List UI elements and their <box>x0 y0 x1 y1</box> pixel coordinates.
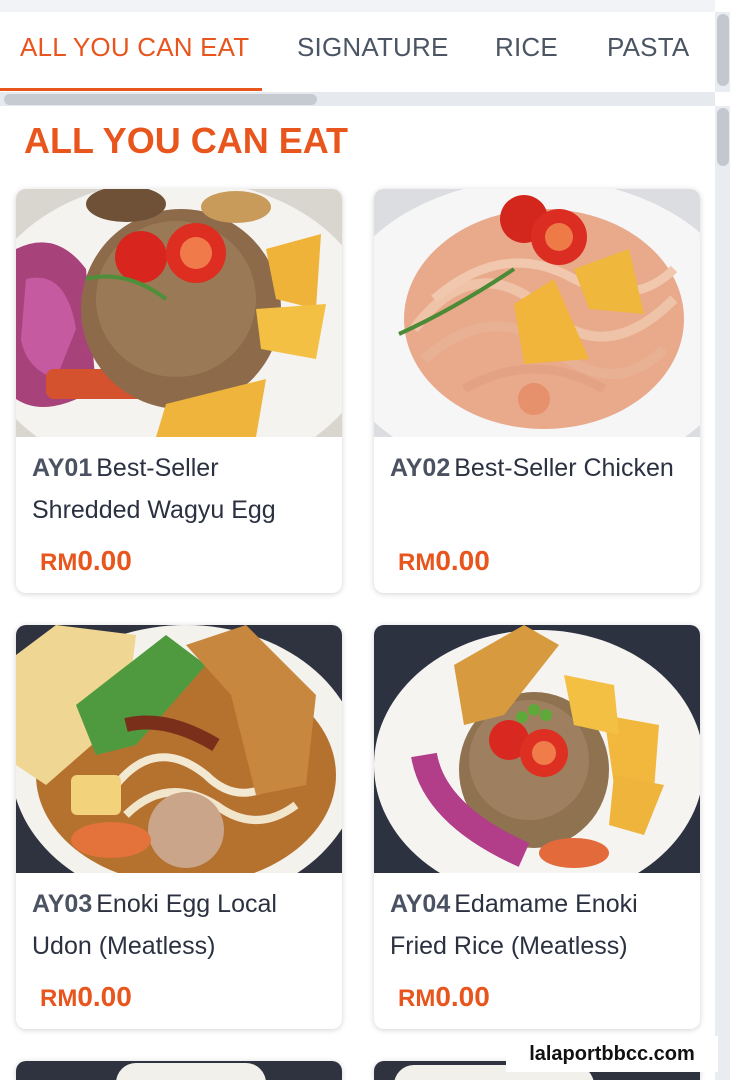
section-title: ALL YOU CAN EAT <box>24 120 349 161</box>
watermark: lalaportbbcc.com <box>506 1036 718 1072</box>
menu-item-card-partial[interactable] <box>16 1061 342 1080</box>
menu-item-card[interactable]: AY02 Best-Seller Chicken RM0.00 <box>374 189 700 593</box>
tab-all-you-can-eat[interactable]: ALL YOU CAN EAT <box>20 32 249 63</box>
tab-pasta[interactable]: PASTA <box>607 32 689 63</box>
active-tab-indicator <box>0 88 262 91</box>
page-scrollbar-track[interactable] <box>715 106 730 1080</box>
menu-item-code: AY03 <box>32 890 93 918</box>
menu-item-price: RM0.00 <box>40 545 132 577</box>
menu-item-code: AY02 <box>390 454 451 482</box>
menu-item-card[interactable]: AY03 Enoki Egg Local Udon (Meatless) RM0.… <box>16 625 342 1029</box>
menu-item-photo <box>16 189 342 437</box>
menu-item-price: RM0.00 <box>398 981 490 1013</box>
menu-item-code: AY01 <box>32 454 93 482</box>
tab-vertical-scrollbar-thumb[interactable] <box>717 14 729 86</box>
page-scrollbar-thumb[interactable] <box>717 108 729 166</box>
tab-rice[interactable]: RICE <box>495 32 558 63</box>
menu-item-title: AY01 Best-Seller Shredded Wagyu Egg <box>32 447 332 531</box>
menu-item-card[interactable]: AY04 Edamame Enoki Fried Rice (Meatless) … <box>374 625 700 1029</box>
price-currency: RM <box>398 549 436 576</box>
price-value: 0.00 <box>435 981 490 1012</box>
menu-item-title: AY03 Enoki Egg Local Udon (Meatless) <box>32 883 332 967</box>
price-currency: RM <box>40 549 78 576</box>
price-value: 0.00 <box>77 545 132 576</box>
category-tab-bar: ALL YOU CAN EAT SIGNATURE RICE PASTA <box>0 12 715 92</box>
tab-scrollbar-thumb[interactable] <box>4 94 317 105</box>
menu-item-price: RM0.00 <box>40 981 132 1013</box>
menu-item-photo <box>16 625 342 873</box>
price-value: 0.00 <box>77 981 132 1012</box>
menu-item-title: AY02 Best-Seller Chicken <box>390 447 690 489</box>
menu-item-title: AY04 Edamame Enoki Fried Rice (Meatless) <box>390 883 690 967</box>
price-currency: RM <box>40 985 78 1012</box>
menu-item-card[interactable]: AY01 Best-Seller Shredded Wagyu Egg RM0.0… <box>16 189 342 593</box>
menu-item-price: RM0.00 <box>398 545 490 577</box>
price-value: 0.00 <box>435 545 490 576</box>
menu-item-photo <box>374 625 700 873</box>
top-strip <box>0 0 715 12</box>
menu-item-photo <box>374 189 700 437</box>
tab-signature[interactable]: SIGNATURE <box>297 32 449 63</box>
menu-item-photo <box>16 1061 342 1080</box>
menu-item-code: AY04 <box>390 890 451 918</box>
menu-item-name: Best-Seller Chicken <box>454 454 674 482</box>
price-currency: RM <box>398 985 436 1012</box>
